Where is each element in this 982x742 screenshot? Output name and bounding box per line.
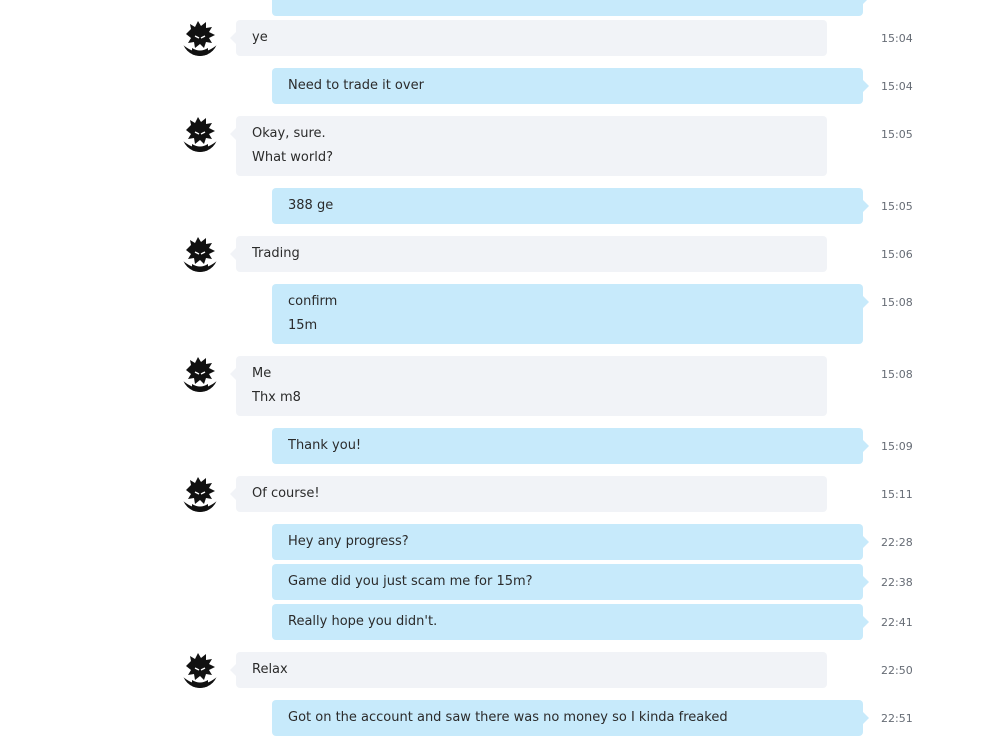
message-text: Trading [252, 246, 300, 261]
message-text: Game did you just scam me for 15m? [288, 574, 533, 589]
message-timestamp: 15:05 [881, 200, 913, 213]
outgoing-message[interactable]: Game did you just scam me for 15m? [272, 564, 869, 600]
contact-avatar[interactable] [182, 356, 218, 392]
incoming-message[interactable]: Of course! [230, 476, 827, 512]
incoming-message[interactable]: Me Thx m8 [230, 356, 827, 416]
outgoing-message[interactable]: 388 ge [272, 188, 869, 224]
outgoing-message[interactable]: Need to trade it over [272, 68, 869, 104]
avatar-icon [182, 652, 218, 688]
message-text: Of course! [252, 486, 320, 501]
outgoing-message[interactable]: Thank you! [272, 428, 869, 464]
message-timestamp: 15:05 [881, 128, 913, 141]
contact-avatar[interactable] [182, 20, 218, 56]
message-text: Need to trade it over [288, 78, 424, 93]
contact-avatar[interactable] [182, 116, 218, 152]
avatar-icon [182, 236, 218, 272]
message-text: Got on the account and saw there was no … [288, 710, 728, 725]
avatar-icon [182, 476, 218, 512]
avatar-icon [182, 356, 218, 392]
contact-avatar[interactable] [182, 236, 218, 272]
message-timestamp: 15:11 [881, 488, 913, 501]
message-text: Thank you! [288, 438, 362, 453]
message-timestamp: 15:04 [881, 80, 913, 93]
message-timestamp: 22:38 [881, 576, 913, 589]
contact-avatar[interactable] [182, 652, 218, 688]
incoming-message[interactable]: Relax [230, 652, 827, 688]
message-timestamp: 15:08 [881, 296, 913, 309]
message-text: Really hope you didn't. [288, 614, 438, 629]
message-timestamp: 15:09 [881, 440, 913, 453]
message-timestamp: 15:08 [881, 368, 913, 381]
contact-avatar[interactable] [182, 476, 218, 512]
message-text: confirm [288, 294, 338, 309]
message-text: Thx m8 [252, 390, 301, 405]
message-text: Relax [252, 662, 288, 677]
message-text: ye [252, 30, 268, 45]
outgoing-message[interactable] [272, 0, 869, 16]
message-timestamp: 15:06 [881, 248, 913, 261]
message-text: Me [252, 366, 272, 381]
message-text: What world? [252, 150, 333, 165]
avatar-icon [182, 116, 218, 152]
outgoing-message[interactable]: Got on the account and saw there was no … [272, 700, 869, 736]
outgoing-message[interactable]: Really hope you didn't. [272, 604, 869, 640]
chat-conversation: ye 15:04 Need to trade it over 15:04 Okay, … [0, 0, 982, 742]
avatar-icon [182, 20, 218, 56]
message-text: 388 ge [288, 198, 334, 213]
message-timestamp: 15:04 [881, 32, 913, 45]
incoming-message[interactable]: Okay, sure. What world? [230, 116, 827, 176]
message-timestamp: 22:41 [881, 616, 913, 629]
message-timestamp: 22:50 [881, 664, 913, 677]
outgoing-message[interactable]: Hey any progress? [272, 524, 869, 560]
message-timestamp: 22:51 [881, 712, 913, 725]
message-text [288, 0, 847, 10]
message-text: 15m [288, 318, 318, 333]
incoming-message[interactable]: ye [230, 20, 827, 56]
incoming-message[interactable]: Trading [230, 236, 827, 272]
message-text: Okay, sure. [252, 126, 326, 141]
outgoing-message[interactable]: confirm 15m [272, 284, 869, 344]
message-timestamp: 22:28 [881, 536, 913, 549]
message-text: Hey any progress? [288, 534, 409, 549]
